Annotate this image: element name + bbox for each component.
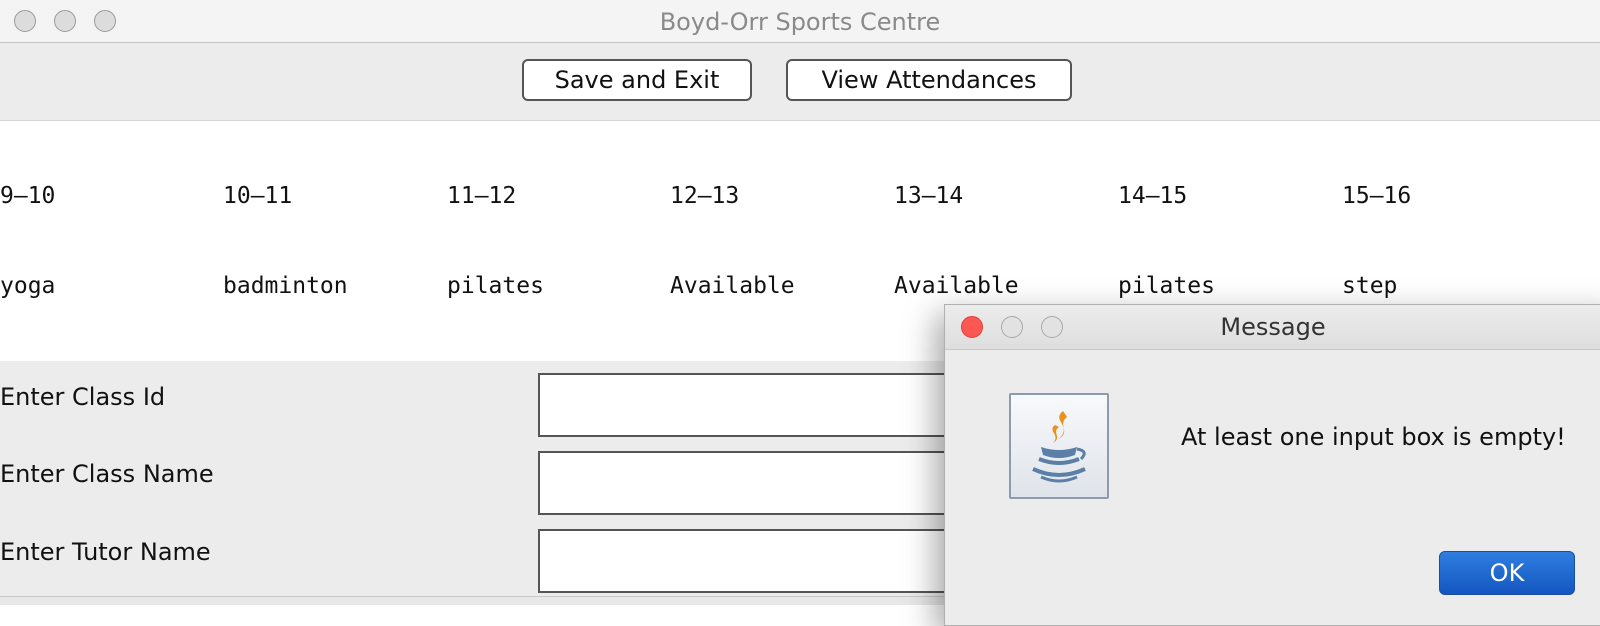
view-attendances-button[interactable]: View Attendances	[786, 59, 1072, 101]
tutor-name-label: Enter Tutor Name	[0, 538, 211, 566]
slot-class: pilates	[1118, 273, 1215, 299]
slot-class: yoga	[0, 273, 56, 299]
java-icon	[1009, 393, 1109, 499]
save-and-exit-button[interactable]: Save and Exit	[522, 59, 752, 101]
slot-time: 10–11	[223, 183, 293, 209]
dialog-title-bar: Message	[945, 305, 1600, 350]
class-id-input[interactable]	[538, 373, 998, 437]
toolbar: Save and Exit View Attendances	[0, 43, 1600, 121]
slot-class: pilates	[447, 273, 544, 299]
slot-time: 14–15	[1118, 183, 1188, 209]
message-dialog: Message At least one input box is empty!…	[944, 304, 1600, 626]
slot-time: 15–16	[1342, 183, 1412, 209]
window-title: Boyd-Orr Sports Centre	[659, 8, 941, 36]
slot-class: step	[1342, 273, 1398, 299]
class-name-label: Enter Class Name	[0, 460, 214, 488]
class-id-label: Enter Class Id	[0, 383, 166, 411]
slot-time: 13–14	[894, 183, 964, 209]
slot-class: badminton	[223, 273, 348, 299]
slot-time: 12–13	[670, 183, 740, 209]
dialog-message: At least one input box is empty!	[1181, 423, 1566, 451]
slot-time: 9–10	[0, 183, 56, 209]
class-name-input[interactable]	[538, 451, 998, 515]
tutor-name-input[interactable]	[538, 529, 998, 593]
ok-button[interactable]: OK	[1439, 551, 1575, 595]
dialog-title: Message	[1220, 313, 1326, 341]
title-bar: Boyd-Orr Sports Centre	[0, 0, 1600, 43]
slot-time: 11–12	[447, 183, 517, 209]
slot-class: Available	[670, 273, 795, 299]
slot-class: Available	[894, 273, 1019, 299]
